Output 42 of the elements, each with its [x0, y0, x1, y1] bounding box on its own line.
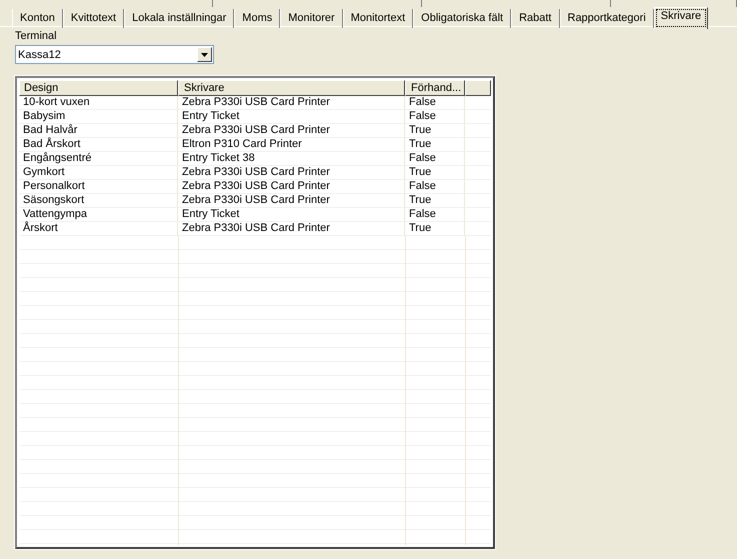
tab[interactable]: Konton — [12, 9, 63, 28]
table-cell: Entry Ticket 38 — [178, 152, 405, 166]
table-cell: 10-kort vuxen — [19, 96, 178, 110]
tab[interactable]: Skrivare — [654, 7, 708, 29]
table-cell: True — [405, 138, 465, 152]
table-cell: Babysim — [19, 110, 178, 124]
table-cell: True — [405, 194, 465, 208]
table-cell: Zebra P330i USB Card Printer — [178, 166, 405, 180]
table-cell: False — [405, 180, 465, 194]
table-cell: False — [405, 110, 465, 124]
table-cell: Bad Halvår — [19, 124, 178, 138]
table-cell: Zebra P330i USB Card Printer — [178, 180, 405, 194]
table-cell: False — [405, 96, 465, 110]
table-cell: Vattengympa — [19, 208, 178, 222]
table-cell: Entry Ticket — [178, 110, 405, 124]
table-cell: Zebra P330i USB Card Printer — [178, 194, 405, 208]
tab[interactable]: Rabatt — [511, 9, 560, 28]
terminal-label: Terminal — [15, 30, 58, 44]
table-cell: Zebra P330i USB Card Printer — [178, 124, 405, 138]
tab[interactable]: Monitortext — [342, 9, 414, 28]
table-cell: True — [405, 166, 465, 180]
terminal-dropdown[interactable]: Kassa12 — [15, 45, 214, 64]
table-cell: False — [405, 152, 465, 166]
tab[interactable]: Kvittotext — [62, 9, 124, 28]
column-header[interactable]: Förhand... — [405, 80, 465, 96]
table-cell: Personalkort — [19, 180, 178, 194]
table-cell: Bad Årskort — [19, 138, 178, 152]
table-cell: Zebra P330i USB Card Printer — [178, 96, 405, 110]
table-cell: Gymkort — [19, 166, 178, 180]
column-header — [465, 80, 491, 96]
table-cell: Entry Ticket — [178, 208, 405, 222]
column-header[interactable]: Skrivare — [178, 80, 405, 96]
tab[interactable]: Obligatoriska fält — [413, 9, 512, 28]
table-cell: Engångsentré — [19, 152, 178, 166]
table-cell: Eltron P310 Card Printer — [178, 138, 405, 152]
tab[interactable]: Monitorer — [280, 9, 343, 28]
table-cell: True — [405, 124, 465, 138]
table-cell: False — [405, 208, 465, 222]
tab[interactable]: Moms — [234, 9, 280, 28]
tab[interactable]: Lokala inställningar — [124, 9, 234, 28]
column-header[interactable]: Design — [19, 80, 178, 96]
table-cell: Säsongskort — [19, 194, 178, 208]
